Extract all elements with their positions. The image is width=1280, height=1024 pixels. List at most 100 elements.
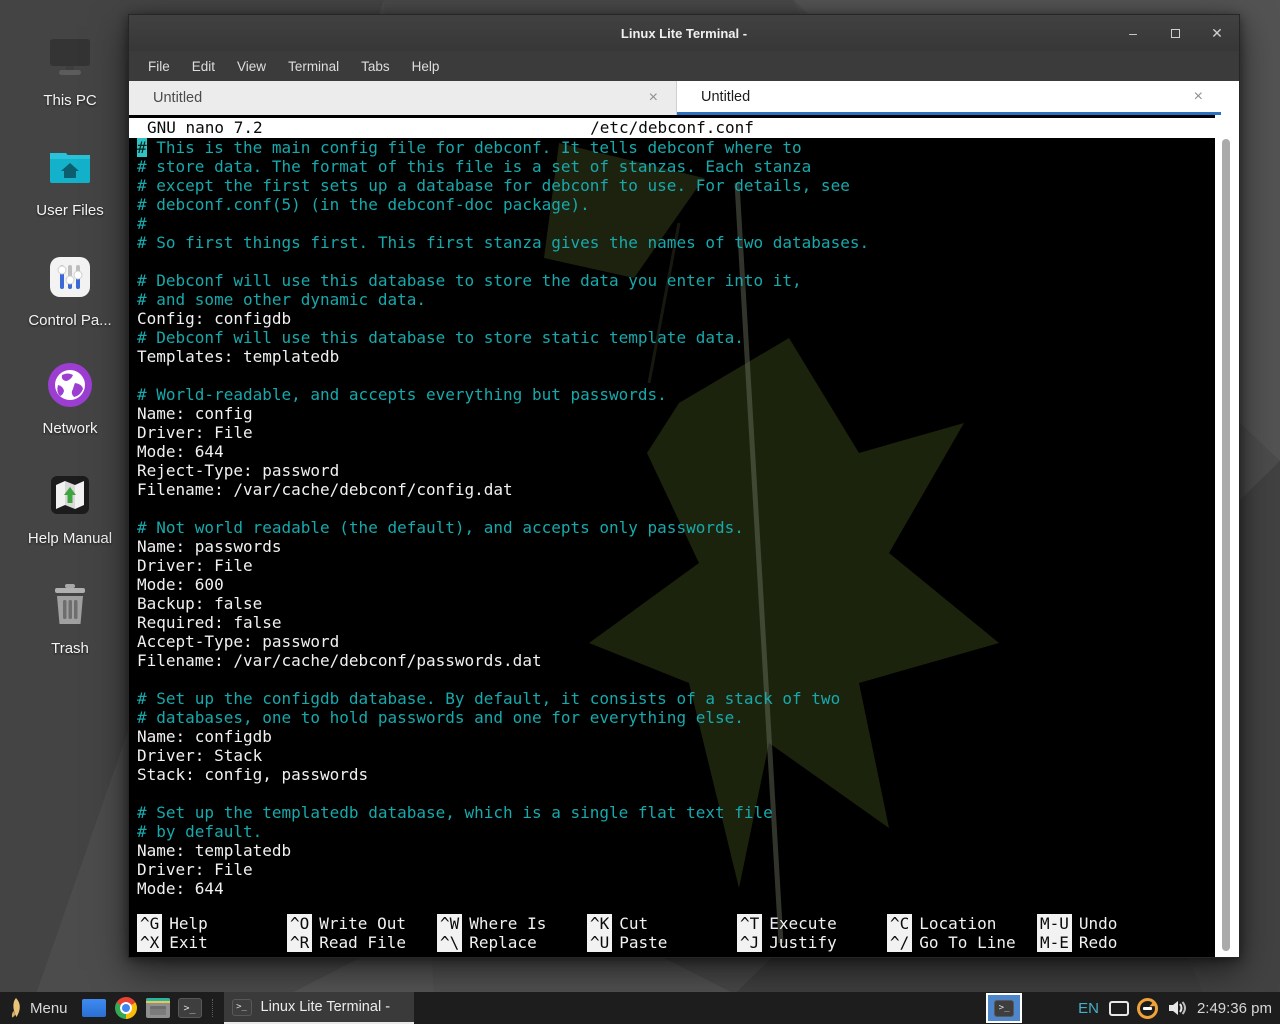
- terminal-line: Filename: /var/cache/debconf/passwords.d…: [137, 651, 1215, 670]
- terminal-line: Mode: 600: [137, 575, 1215, 594]
- nano-file-path: /etc/debconf.conf: [129, 118, 1215, 137]
- monitor-icon: [41, 28, 99, 86]
- desktop-icon-trash[interactable]: Trash: [10, 576, 130, 657]
- shortcut-key[interactable]: ^J: [737, 933, 762, 952]
- terminal-launcher-icon[interactable]: >_: [177, 995, 203, 1021]
- maximize-button[interactable]: [1167, 26, 1183, 40]
- menu-item-file[interactable]: File: [137, 55, 181, 78]
- desktop-icon-label: Help Manual: [28, 530, 112, 547]
- tray-terminal-button[interactable]: >_: [986, 993, 1022, 1023]
- shortcut-execute: ^TExecute: [737, 914, 887, 933]
- shortcut-help: ^GHelp: [137, 914, 287, 933]
- tab-close-icon[interactable]: ×: [1194, 88, 1203, 106]
- shortcut-label: Exit: [169, 933, 208, 952]
- terminal-line: Templates: templatedb: [137, 347, 1215, 366]
- shortcut-key[interactable]: ^C: [887, 914, 912, 933]
- shortcut-label: Justify: [769, 933, 836, 952]
- terminal-line: # Debconf will use this database to stor…: [137, 328, 1215, 347]
- manual-icon: [41, 466, 99, 524]
- terminal-window: Linux Lite Terminal - – ✕ FileEditViewTe…: [128, 14, 1240, 958]
- window-titlebar[interactable]: Linux Lite Terminal - – ✕: [129, 15, 1239, 51]
- scrollbar-thumb[interactable]: [1222, 139, 1230, 951]
- tab-untitled-2-active[interactable]: Untitled ×: [677, 81, 1221, 115]
- terminal-icon: >_: [232, 999, 252, 1016]
- shortcut-key[interactable]: ^X: [137, 933, 162, 952]
- tab-untitled-1[interactable]: Untitled ×: [129, 81, 677, 115]
- tab-bar: Untitled × Untitled ×: [129, 81, 1239, 115]
- shortcut-replace: ^\Replace: [437, 933, 587, 952]
- terminal-line: # Set up the templatedb database, which …: [137, 803, 1215, 822]
- menu-item-terminal[interactable]: Terminal: [277, 55, 350, 78]
- shortcut-label: Undo: [1079, 914, 1118, 933]
- shortcut-row-2: ^XExit^RRead File^\Replace^UPaste^JJusti…: [137, 933, 1189, 952]
- shortcut-read-file: ^RRead File: [287, 933, 437, 952]
- menu-item-view[interactable]: View: [226, 55, 277, 78]
- volume-icon[interactable]: [1167, 999, 1187, 1017]
- desktop-icon-user-files[interactable]: User Files: [10, 138, 130, 219]
- chrome-icon[interactable]: [113, 995, 139, 1021]
- window-title: Linux Lite Terminal -: [621, 26, 747, 41]
- shortcut-key[interactable]: ^/: [887, 933, 912, 952]
- update-notifier-icon[interactable]: [1137, 998, 1158, 1019]
- tab-bar-filler: [1221, 81, 1239, 115]
- linux-lite-logo-icon: [8, 997, 23, 1019]
- shortcut-key[interactable]: ^U: [587, 933, 612, 952]
- terminal-screen[interactable]: GNU nano 7.2 /etc/debconf.conf # This is…: [129, 115, 1215, 957]
- clock[interactable]: 2:49:36 pm: [1197, 1000, 1272, 1017]
- terminal-line: # by default.: [137, 822, 1215, 841]
- terminal-line: [137, 366, 1215, 385]
- shortcut-label: Location: [919, 914, 996, 933]
- desktop-icon-label: Network: [42, 420, 97, 437]
- tab-label: Untitled: [153, 90, 202, 106]
- terminal-line: Mode: 644: [137, 879, 1215, 898]
- minimize-button[interactable]: –: [1125, 26, 1141, 40]
- shortcut-key[interactable]: ^G: [137, 914, 162, 933]
- menu-item-tabs[interactable]: Tabs: [350, 55, 401, 78]
- language-indicator[interactable]: EN: [1078, 1000, 1099, 1017]
- tab-close-icon[interactable]: ×: [649, 89, 658, 107]
- desktop-icon-control-panel[interactable]: Control Pa...: [10, 248, 130, 329]
- shortcut-key[interactable]: ^O: [287, 914, 312, 933]
- terminal-line: Driver: Stack: [137, 746, 1215, 765]
- menu-item-edit[interactable]: Edit: [181, 55, 226, 78]
- scrollbar-track[interactable]: [1215, 115, 1239, 957]
- shortcut-write-out: ^OWrite Out: [287, 914, 437, 933]
- shortcut-label: Redo: [1079, 933, 1118, 952]
- task-button-terminal[interactable]: >_ Linux Lite Terminal -: [224, 992, 414, 1024]
- close-button[interactable]: ✕: [1209, 26, 1225, 40]
- shortcut-key[interactable]: ^\: [437, 933, 462, 952]
- taskbar-separator[interactable]: [212, 999, 220, 1017]
- terminal-line: [137, 499, 1215, 518]
- menu-bar: FileEditViewTerminalTabsHelp: [129, 51, 1239, 81]
- terminal-line: # Not world readable (the default), and …: [137, 518, 1215, 537]
- terminal-line: # Debconf will use this database to stor…: [137, 271, 1215, 290]
- terminal-line: [137, 670, 1215, 689]
- menu-item-help[interactable]: Help: [401, 55, 451, 78]
- terminal-line: # and some other dynamic data.: [137, 290, 1215, 309]
- menu-button-label: Menu: [30, 1000, 68, 1017]
- shortcut-undo: M-U Undo: [1037, 914, 1189, 933]
- shortcut-key[interactable]: ^T: [737, 914, 762, 933]
- terminal-line: Stack: config, passwords: [137, 765, 1215, 784]
- shortcut-key[interactable]: ^K: [587, 914, 612, 933]
- display-icon[interactable]: [1109, 1001, 1129, 1016]
- terminal-line: Required: false: [137, 613, 1215, 632]
- desktop-icon-this-pc[interactable]: This PC: [10, 28, 130, 109]
- terminal-line: Filename: /var/cache/debconf/config.dat: [137, 480, 1215, 499]
- shortcut-key[interactable]: M-E: [1037, 933, 1072, 952]
- shortcut-key[interactable]: ^W: [437, 914, 462, 933]
- file-manager-icon[interactable]: [145, 995, 171, 1021]
- terminal-line: Driver: File: [137, 556, 1215, 575]
- shortcut-key[interactable]: ^R: [287, 933, 312, 952]
- desktop-icon-network[interactable]: Network: [10, 356, 130, 437]
- shortcut-label: Go To Line: [919, 933, 1015, 952]
- terminal-lines: # This is the main config file for debco…: [137, 138, 1215, 898]
- desktop-icon-help-manual[interactable]: Help Manual: [10, 466, 130, 547]
- workspace-pager-icon[interactable]: [81, 995, 107, 1021]
- terminal-line: Backup: false: [137, 594, 1215, 613]
- shortcut-redo: M-E Redo: [1037, 933, 1189, 952]
- shortcut-where-is: ^WWhere Is: [437, 914, 587, 933]
- menu-button[interactable]: Menu: [0, 992, 78, 1024]
- tab-label: Untitled: [701, 89, 750, 105]
- shortcut-key[interactable]: M-U: [1037, 914, 1072, 933]
